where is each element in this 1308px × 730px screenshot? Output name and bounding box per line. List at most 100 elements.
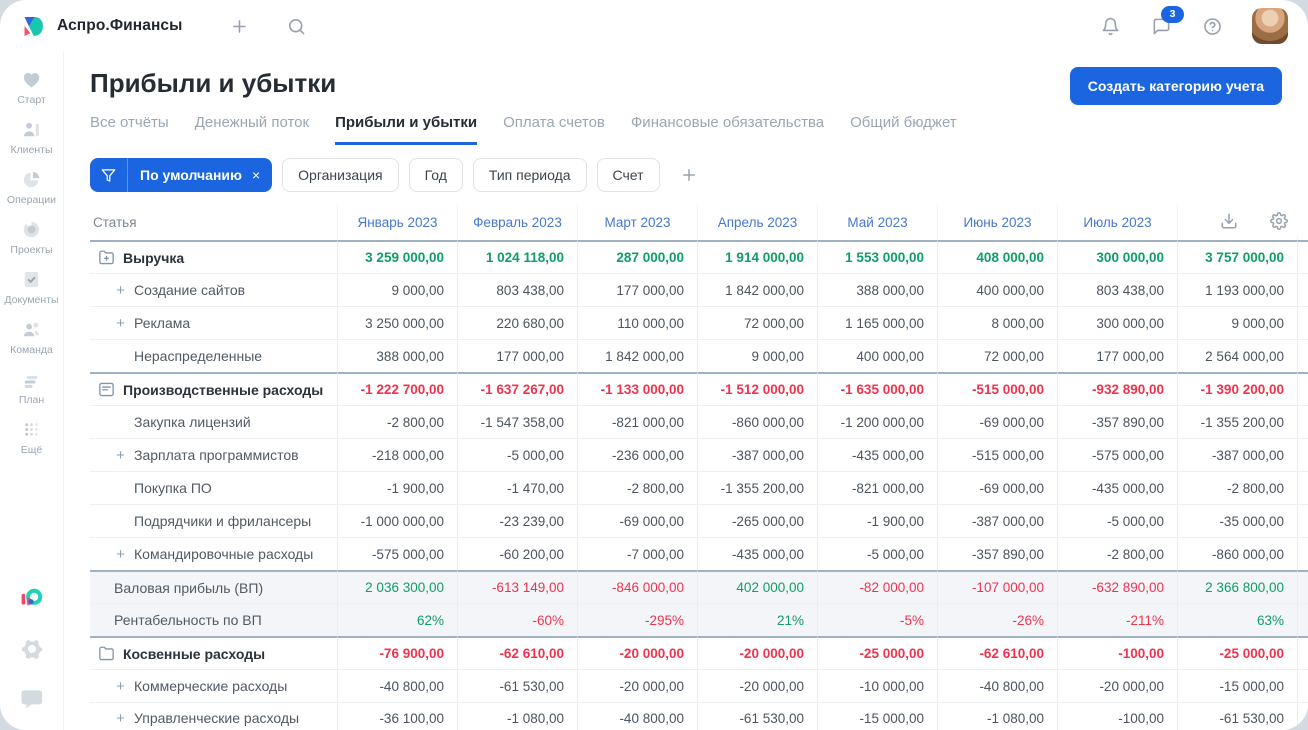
row-label-cell[interactable]: Нераспределенные <box>90 339 337 372</box>
table-row: + Реклама 3 250 000,00 220 680,00 110 000,00… <box>90 306 1308 339</box>
cell-value: -515 000,00 <box>937 372 1057 405</box>
tab[interactable]: Все отчёты <box>90 114 169 145</box>
row-label-cell[interactable]: + Реклама <box>90 306 337 339</box>
add-button[interactable] <box>226 13 253 40</box>
tab[interactable]: Прибыли и убытки <box>335 114 478 145</box>
remove-filter-icon[interactable]: × <box>248 167 272 183</box>
cell-value: 1 553 000,00 <box>817 240 937 273</box>
filterbar: По умолчанию × Организация Год Тип периода… <box>64 145 1308 192</box>
table-row: + Управленческие расходы -36 100,00 -1 080,… <box>90 702 1308 730</box>
cell-clipped <box>1297 306 1308 339</box>
cell-value: -1 637 267,00 <box>457 372 577 405</box>
cell-value: -357 890,00 <box>1057 405 1177 438</box>
cell-value: 300 000,00 <box>1057 306 1177 339</box>
sidebar-item[interactable]: Документы <box>4 268 59 306</box>
column-header-month: Апрель 2023 <box>697 205 817 240</box>
cell-value: -575 000,00 <box>337 537 457 570</box>
expand-plus-icon[interactable]: + <box>114 710 127 727</box>
row-label-cell[interactable]: + Зарплата программистов <box>90 438 337 471</box>
filter-funnel-icon <box>90 168 127 183</box>
row-label-cell[interactable]: Косвенные расходы <box>90 636 337 669</box>
row-label: Управленческие расходы <box>134 710 300 726</box>
sidebar-item[interactable]: Ещё <box>4 418 58 456</box>
cell-value: -1 133 000,00 <box>577 372 697 405</box>
cell-value: 21% <box>697 603 817 636</box>
download-icon[interactable] <box>1216 208 1242 234</box>
sidebar-item[interactable]: Операции <box>4 168 58 206</box>
active-filter-chip[interactable]: По умолчанию × <box>90 158 273 192</box>
sidebar-item-label: Проекты <box>10 244 53 256</box>
sidebar-item-label: Ещё <box>20 444 43 456</box>
aspro-mark-icon[interactable] <box>19 586 45 612</box>
sidebar-item[interactable]: Проекты <box>4 218 58 256</box>
row-label-cell[interactable]: Валовая прибыль (ВП) <box>90 570 337 603</box>
tab[interactable]: Финансовые обязательства <box>631 114 824 145</box>
expand-plus-icon[interactable]: + <box>114 315 127 332</box>
row-label: Покупка ПО <box>134 480 212 496</box>
row-label-cell[interactable]: + Командировочные расходы <box>90 537 337 570</box>
expand-plus-icon[interactable]: + <box>114 282 127 299</box>
bell-icon[interactable] <box>1097 13 1124 40</box>
expand-plus-icon[interactable]: + <box>114 546 127 563</box>
filter-chip[interactable]: Организация <box>282 158 399 192</box>
table-row: + Коммерческие расходы -40 800,00 -61 530,0… <box>90 669 1308 702</box>
cell-value: -821 000,00 <box>817 471 937 504</box>
table-settings-gear-icon[interactable] <box>1266 208 1292 234</box>
cell-value: -61 530,00 <box>457 669 577 702</box>
cell-value: -62 610,00 <box>457 636 577 669</box>
sidebar-bottom <box>19 586 45 730</box>
cell-value: 287 000,00 <box>577 240 697 273</box>
expand-plus-icon[interactable]: + <box>114 678 127 695</box>
more-icon <box>20 418 43 441</box>
sidebar-item[interactable]: Команда <box>4 318 58 356</box>
add-filter-button[interactable] <box>674 165 704 185</box>
row-label-cell[interactable]: Покупка ПО <box>90 471 337 504</box>
sidebar-item[interactable]: Старт <box>4 68 58 106</box>
cell-value: -15 000,00 <box>817 702 937 730</box>
cell-value: 2 366 800,00 <box>1177 570 1297 603</box>
avatar[interactable] <box>1252 8 1288 44</box>
row-label-cell[interactable]: Рентабельность по ВП <box>90 603 337 636</box>
cell-value: -5 000,00 <box>817 537 937 570</box>
row-label: Создание сайтов <box>134 282 246 298</box>
sidebar-item-label: Документы <box>4 294 59 306</box>
table-row: Валовая прибыль (ВП) 2 036 300,00 -613 149… <box>90 570 1308 603</box>
search-button[interactable] <box>283 13 310 40</box>
cell-value: 803 438,00 <box>457 273 577 306</box>
cell-value: -387 000,00 <box>1177 438 1297 471</box>
sidebar-item[interactable]: Клиенты <box>4 118 58 156</box>
cell-value: -15 000,00 <box>1177 669 1297 702</box>
tab[interactable]: Оплата счетов <box>503 114 605 145</box>
row-label-cell[interactable]: Выручка <box>90 240 337 273</box>
cell-clipped <box>1297 471 1308 504</box>
filter-chip[interactable]: Год <box>408 158 463 192</box>
row-label-cell[interactable]: Закупка лицензий <box>90 405 337 438</box>
cell-value: -5 000,00 <box>457 438 577 471</box>
cell-value: -40 800,00 <box>337 669 457 702</box>
tab[interactable]: Денежный поток <box>195 114 309 145</box>
create-category-button[interactable]: Создать категорию учета <box>1069 67 1282 105</box>
sidebar-item[interactable]: План <box>4 368 58 406</box>
cell-value: -69 000,00 <box>577 504 697 537</box>
expand-plus-icon[interactable]: + <box>114 447 127 464</box>
cell-value: -40 800,00 <box>577 702 697 730</box>
filter-chip[interactable]: Тип периода <box>472 158 587 192</box>
row-label-cell[interactable]: Производственные расходы <box>90 372 337 405</box>
cell-clipped <box>1297 603 1308 636</box>
cell-value: 1 842 000,00 <box>697 273 817 306</box>
settings-gear-icon[interactable] <box>19 636 45 662</box>
row-label: Нераспределенные <box>134 348 263 364</box>
table-row: Нераспределенные 388 000,00 177 000,00 1 84… <box>90 339 1308 372</box>
help-icon[interactable] <box>1199 13 1226 40</box>
sidebar-item-label: Команда <box>10 344 53 356</box>
cell-value: -5% <box>817 603 937 636</box>
tab[interactable]: Общий бюджет <box>850 114 957 145</box>
cell-value: 1 165 000,00 <box>817 306 937 339</box>
row-label-cell[interactable]: + Создание сайтов <box>90 273 337 306</box>
row-label-cell[interactable]: + Коммерческие расходы <box>90 669 337 702</box>
row-label-cell[interactable]: Подрядчики и фрилансеры <box>90 504 337 537</box>
row-label-cell[interactable]: + Управленческие расходы <box>90 702 337 730</box>
folder-icon <box>97 644 116 663</box>
feedback-bubble-icon[interactable] <box>19 686 45 712</box>
filter-chip[interactable]: Счет <box>596 158 660 192</box>
